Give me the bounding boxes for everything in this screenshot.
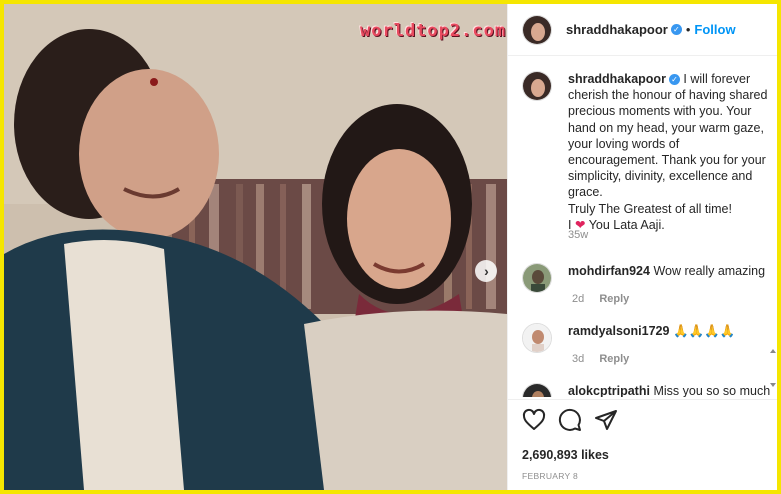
- comment-item: alokcptripathi Miss you so so much: [522, 383, 777, 397]
- avatar[interactable]: [522, 14, 552, 45]
- caption-line-4: You Lata Aaji.: [588, 217, 665, 232]
- caption-body: I will forever cherish the honour of hav…: [568, 72, 768, 200]
- comment-text: 🙏🙏🙏🙏: [672, 324, 736, 338]
- follow-button[interactable]: Follow: [694, 22, 735, 37]
- post-side-panel: shraddhakapoor ✓ • Follow shraddhakapoor…: [507, 4, 777, 490]
- comment-meta: 2d Reply: [572, 293, 641, 305]
- caption-username[interactable]: shraddhakapoor: [568, 72, 666, 86]
- reply-button[interactable]: Reply: [599, 353, 629, 365]
- comment-time: 3d: [572, 353, 585, 365]
- watermark-text: worldtop2.com: [360, 21, 507, 41]
- comment-username[interactable]: alokcptripathi: [568, 384, 650, 397]
- avatar[interactable]: [522, 263, 552, 293]
- comment-body: alokcptripathi Miss you so so much: [568, 383, 770, 397]
- caption: shraddhakapoor ✓ I will forever cherish t…: [522, 71, 772, 233]
- post-header: shraddhakapoor ✓ • Follow: [508, 4, 777, 56]
- comment-username[interactable]: ramdyalsoni1729: [568, 324, 669, 338]
- avatar[interactable]: [522, 323, 552, 353]
- action-icons: [522, 408, 630, 432]
- post-photo[interactable]: worldtop2.com ›: [4, 4, 507, 490]
- comment-meta: 3d Reply: [572, 353, 641, 365]
- post-actions: 2,690,893 likes FEBRUARY 8: [508, 399, 777, 490]
- post-date[interactable]: FEBRUARY 8: [522, 471, 578, 481]
- caption-time: 35w: [568, 229, 589, 241]
- instagram-post-frame: worldtop2.com › shraddhakapoor ✓ • Follo…: [4, 4, 777, 490]
- avatar[interactable]: [522, 383, 552, 397]
- comment-text: Miss you so so much: [653, 384, 771, 397]
- scrollbar[interactable]: [770, 349, 776, 399]
- comment-item: ramdyalsoni1729 🙏🙏🙏🙏 3d Reply: [522, 323, 777, 365]
- heart-outline-icon[interactable]: [522, 408, 546, 432]
- scroll-down-arrow-icon[interactable]: [770, 383, 776, 387]
- comment-icon[interactable]: [558, 408, 582, 432]
- avatar[interactable]: [522, 71, 552, 101]
- caption-text: shraddhakapoor ✓ I will forever cherish t…: [568, 71, 772, 233]
- caption-line-2: Truly The Greatest of all time!: [568, 201, 732, 216]
- next-image-button[interactable]: ›: [475, 260, 497, 282]
- comments-scroll-area[interactable]: shraddhakapoor ✓ I will forever cherish t…: [508, 57, 777, 397]
- likes-count[interactable]: 2,690,893 likes: [522, 448, 609, 462]
- comment-item: mohdirfan924 Wow really amazing 2d Reply: [522, 263, 777, 305]
- post-username[interactable]: shraddhakapoor: [566, 22, 668, 37]
- verified-badge-icon: ✓: [670, 24, 682, 35]
- reply-button[interactable]: Reply: [599, 293, 629, 305]
- comment-username[interactable]: mohdirfan924: [568, 264, 650, 278]
- comment-body: ramdyalsoni1729 🙏🙏🙏🙏: [568, 323, 735, 353]
- separator-dot: •: [685, 22, 691, 37]
- scroll-up-arrow-icon[interactable]: [770, 349, 776, 353]
- comment-text: Wow really amazing: [653, 264, 766, 278]
- verified-badge-icon: ✓: [668, 74, 680, 85]
- comment-time: 2d: [572, 293, 585, 305]
- paper-plane-icon[interactable]: [594, 408, 618, 432]
- chevron-right-icon: ›: [484, 263, 489, 279]
- comment-body: mohdirfan924 Wow really amazing: [568, 263, 765, 293]
- photo-illustration: [4, 4, 507, 490]
